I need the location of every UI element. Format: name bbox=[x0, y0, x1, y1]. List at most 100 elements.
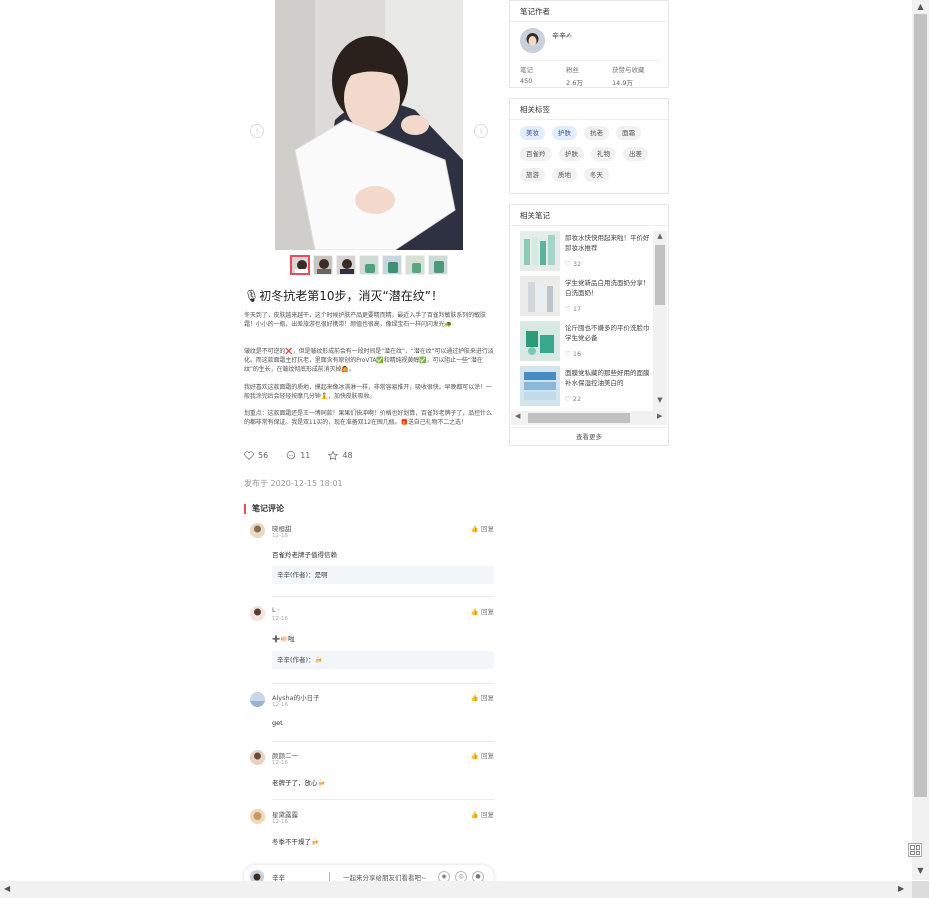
thumb-up-icon[interactable]: 👍 bbox=[471, 608, 479, 616]
tag[interactable]: 美妆 bbox=[520, 126, 545, 140]
note-paragraph: 冬天到了，皮肤越来越干，这个时候护肤产品更要精而精。最近入手了百雀羚敏肤系列的敏… bbox=[244, 312, 486, 328]
image-thumbnails bbox=[290, 255, 448, 275]
tag[interactable]: 旅游 bbox=[520, 168, 545, 182]
tag[interactable]: 面霜 bbox=[616, 126, 641, 140]
heart-icon: ♡ bbox=[565, 260, 571, 268]
card-title: 笔记作者 bbox=[510, 1, 668, 22]
scroll-left-arrow-icon[interactable]: ◀ bbox=[515, 412, 520, 420]
related-vertical-scrollbar[interactable]: ▲ ▼ bbox=[653, 231, 667, 411]
stat-label: 获赞与收藏 bbox=[612, 66, 645, 74]
thumb-up-icon[interactable]: 👍 bbox=[471, 694, 479, 702]
reply-button[interactable]: 👍 回复 bbox=[471, 523, 494, 533]
comment-text: ➕🐖啦 bbox=[272, 635, 295, 643]
tag[interactable]: 出差 bbox=[623, 147, 648, 161]
scroll-down-arrow-icon[interactable]: ▼ bbox=[912, 866, 929, 875]
scroll-down-arrow-icon[interactable]: ▼ bbox=[653, 396, 667, 404]
note-paragraph: 划重点：这款面霜还是王一博同款！果果们快冲啊！价格也好划算，百雀羚老牌子了，品控… bbox=[244, 410, 492, 426]
related-note-image bbox=[520, 231, 560, 271]
related-note[interactable]: 面膜党私藏的那些好用的面膜！补水保湿控油美白的 ♡ 22 bbox=[520, 366, 650, 408]
related-horizontal-scrollbar[interactable]: ◀ ▶ bbox=[511, 411, 667, 425]
comment-author[interactable]: Alysha的小日子 bbox=[272, 692, 320, 702]
reply-button[interactable]: 👍 回复 bbox=[471, 809, 494, 819]
comment-date: 12-16 bbox=[272, 702, 288, 708]
author-reply: 辛辛(作者)：🍻 bbox=[272, 651, 494, 669]
comment-author[interactable]: 星黛露露 bbox=[272, 809, 298, 819]
tag[interactable]: 护肤 bbox=[559, 147, 584, 161]
avatar[interactable] bbox=[250, 809, 265, 824]
reply-button[interactable]: 👍 回复 bbox=[471, 606, 494, 616]
related-note-image bbox=[520, 321, 560, 361]
comment-item: 晓桓甜 12-16 👍 回复 百雀羚老牌子值得信赖 辛辛(作者)：是啊 bbox=[250, 523, 494, 597]
thumb-up-icon[interactable]: 👍 bbox=[471, 752, 479, 760]
avatar[interactable] bbox=[520, 28, 545, 53]
qr-code-icon[interactable] bbox=[908, 843, 922, 857]
related-notes-card: 相关笔记 卸妆水快快用起来啦！平价好用卸妆水推荐 ♡ 32 学生党新品白用洗面奶… bbox=[509, 204, 669, 446]
avatar[interactable] bbox=[250, 692, 265, 707]
related-note[interactable]: 论斤囤也不嫌多的平价洗脸巾🔴学生党必备 ♡ 16 bbox=[520, 321, 650, 363]
comment-date: 12-16 bbox=[272, 819, 288, 825]
tag[interactable]: 礼物 bbox=[591, 147, 616, 161]
related-note[interactable]: 学生党新品白用洗面奶分享！美白洗面奶！ ♡ 17 bbox=[520, 276, 650, 318]
reply-label[interactable]: 回复 bbox=[481, 525, 494, 533]
scrollbar-thumb[interactable] bbox=[914, 14, 927, 797]
tag[interactable]: 护肤 bbox=[552, 126, 577, 140]
thumbnail[interactable] bbox=[382, 255, 402, 275]
author-name[interactable]: 辛辛✍ bbox=[552, 31, 572, 41]
thumbnail[interactable] bbox=[405, 255, 425, 275]
scrollbar-thumb[interactable] bbox=[655, 245, 665, 305]
next-image-arrow[interactable]: › bbox=[474, 124, 488, 138]
reply-button[interactable]: 👍 回复 bbox=[471, 750, 494, 760]
thumbnail[interactable] bbox=[359, 255, 379, 275]
page: ‹ › 🎙初冬抗老第10步，消灭“潜在纹”！ 冬天到了，皮肤越来越干，这个时候护… bbox=[0, 0, 929, 898]
scroll-left-arrow-icon[interactable]: ◀ bbox=[4, 884, 10, 893]
scrollbar-thumb[interactable] bbox=[528, 413, 630, 423]
note-title-text: 初冬抗老第10步，消灭“潜在纹”！ bbox=[259, 289, 443, 303]
tag[interactable]: 冬天 bbox=[584, 168, 609, 182]
note-image-carousel[interactable]: ‹ › bbox=[244, 0, 494, 250]
reply-label[interactable]: 回复 bbox=[481, 811, 494, 819]
related-note-likes: ♡ 16 bbox=[565, 350, 581, 358]
collect-button[interactable]: 48 bbox=[328, 451, 353, 460]
thumbnail[interactable] bbox=[336, 255, 356, 275]
thumb-up-icon[interactable]: 👍 bbox=[471, 525, 479, 533]
prev-image-arrow[interactable]: ‹ bbox=[250, 124, 264, 138]
scroll-up-arrow-icon[interactable]: ▲ bbox=[912, 2, 929, 11]
avatar[interactable] bbox=[250, 606, 265, 621]
page-horizontal-scrollbar[interactable]: ◀ ▶ bbox=[0, 881, 912, 898]
comment-item: L · 12-16 👍 回复 ➕🐖啦 辛辛(作者)：🍻 bbox=[250, 606, 494, 684]
thumbnail[interactable] bbox=[428, 255, 448, 275]
reply-label[interactable]: 回复 bbox=[481, 694, 494, 702]
view-more-link[interactable]: 查看更多 bbox=[510, 427, 668, 445]
comment-author[interactable]: 晓桓甜 bbox=[272, 523, 292, 533]
thumbnail[interactable] bbox=[290, 255, 310, 275]
related-note-title: 论斤囤也不嫌多的平价洗脸巾🔴学生党必备 bbox=[565, 324, 650, 342]
related-note[interactable]: 卸妆水快快用起来啦！平价好用卸妆水推荐 ♡ 32 bbox=[520, 231, 650, 273]
scroll-right-arrow-icon[interactable]: ▶ bbox=[898, 884, 904, 893]
related-notes-list[interactable]: 卸妆水快快用起来啦！平价好用卸妆水推荐 ♡ 32 学生党新品白用洗面奶分享！美白… bbox=[520, 231, 650, 411]
author-card: 笔记作者 辛辛✍ 笔记 450 粉丝 2.6万 获赞与收藏 14.9万 bbox=[509, 0, 669, 88]
page-vertical-scrollbar[interactable]: ▲ ▼ bbox=[912, 0, 929, 880]
divider bbox=[520, 60, 660, 61]
author-reply: 辛辛(作者)：是啊 bbox=[272, 566, 494, 584]
collect-count: 48 bbox=[342, 451, 353, 460]
reply-label[interactable]: 回复 bbox=[481, 752, 494, 760]
comment-author[interactable]: 颜颜二一 bbox=[272, 750, 298, 760]
scroll-right-arrow-icon[interactable]: ▶ bbox=[657, 412, 662, 420]
related-note-likes: ♡ 22 bbox=[565, 395, 581, 403]
reply-button[interactable]: 👍 回复 bbox=[471, 692, 494, 702]
divider bbox=[272, 799, 494, 800]
comment-author[interactable]: L · bbox=[272, 606, 280, 614]
reply-label[interactable]: 回复 bbox=[481, 608, 494, 616]
thumbnail[interactable] bbox=[313, 255, 333, 275]
note-paragraph: 皱纹是不可逆的❌，但是皱纹形成前会有一段时间是“潜在纹”，“潜在纹”可以通过护肤… bbox=[244, 348, 494, 373]
avatar[interactable] bbox=[250, 750, 265, 765]
scroll-up-arrow-icon[interactable]: ▲ bbox=[653, 232, 667, 240]
tag[interactable]: 百雀羚 bbox=[520, 147, 552, 161]
comment-count: 11 bbox=[300, 451, 311, 460]
tag[interactable]: 抗老 bbox=[584, 126, 609, 140]
thumb-up-icon[interactable]: 👍 bbox=[471, 811, 479, 819]
comment-button[interactable]: 11 bbox=[286, 451, 310, 460]
like-button[interactable]: 56 bbox=[244, 451, 268, 460]
avatar[interactable] bbox=[250, 523, 265, 538]
tag[interactable]: 质地 bbox=[552, 168, 577, 182]
